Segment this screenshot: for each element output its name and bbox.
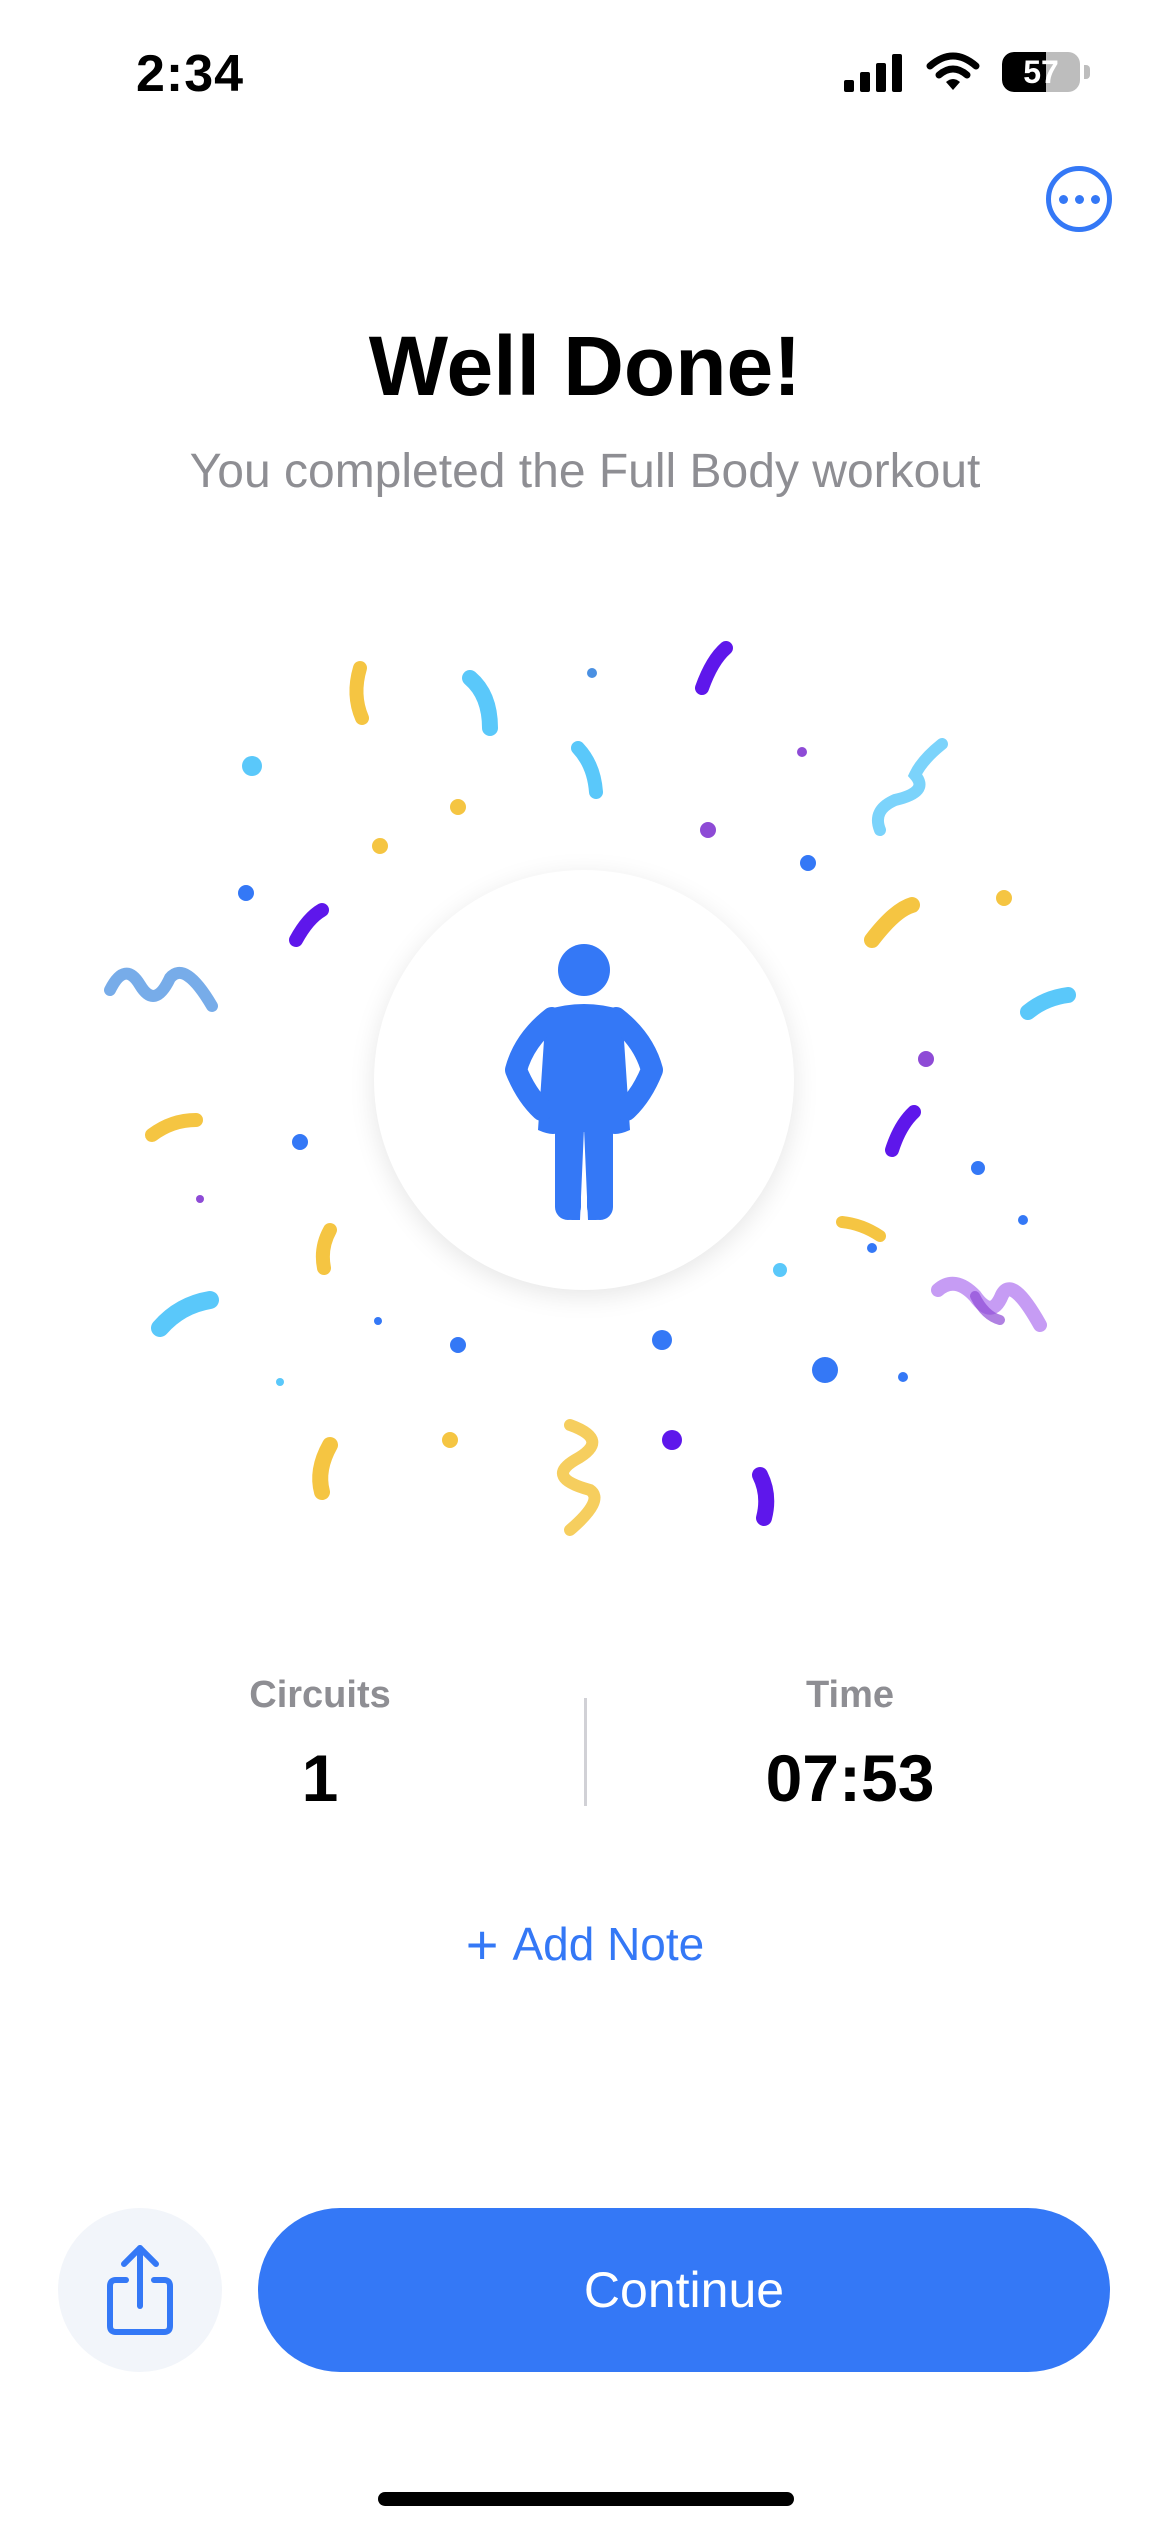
add-note-button[interactable]: + Add Note <box>0 1912 1170 1977</box>
add-note-label: Add Note <box>512 1918 705 1970</box>
workout-stats: Circuits 1 Time 07:53 <box>0 1660 1170 1820</box>
ellipsis-dot <box>1058 194 1068 204</box>
battery-cap <box>1084 65 1090 79</box>
page-title: Well Done! <box>368 319 802 413</box>
cellular-signal-icon <box>844 54 902 92</box>
status-time: 2:34 <box>136 45 245 103</box>
home-indicator <box>378 2492 794 2506</box>
status-icons: 57 <box>844 52 1090 92</box>
more-options-button[interactable] <box>1046 166 1112 232</box>
continue-button[interactable]: Continue <box>258 2208 1110 2372</box>
wifi-icon <box>926 52 980 90</box>
plus-icon: + <box>465 1913 499 1976</box>
time-label: Time <box>805 1674 894 1716</box>
time-value: 07:53 <box>765 1741 935 1815</box>
workout-figure-badge <box>374 870 794 1290</box>
circuits-value: 1 <box>301 1741 339 1815</box>
ellipsis-dot <box>1074 194 1084 204</box>
page-subtitle: You completed the Full Body workout <box>189 445 981 498</box>
standing-person-icon <box>505 944 663 1220</box>
status-bar: 2:34 57 <box>0 0 1170 150</box>
ellipsis-dot <box>1090 194 1100 204</box>
stats-divider <box>584 1698 587 1806</box>
battery-icon: 57 <box>1002 52 1080 92</box>
battery-level-text: 57 <box>1023 54 1059 90</box>
share-icon <box>107 2245 173 2335</box>
circuits-label: Circuits <box>249 1674 391 1716</box>
share-button[interactable] <box>58 2208 222 2372</box>
